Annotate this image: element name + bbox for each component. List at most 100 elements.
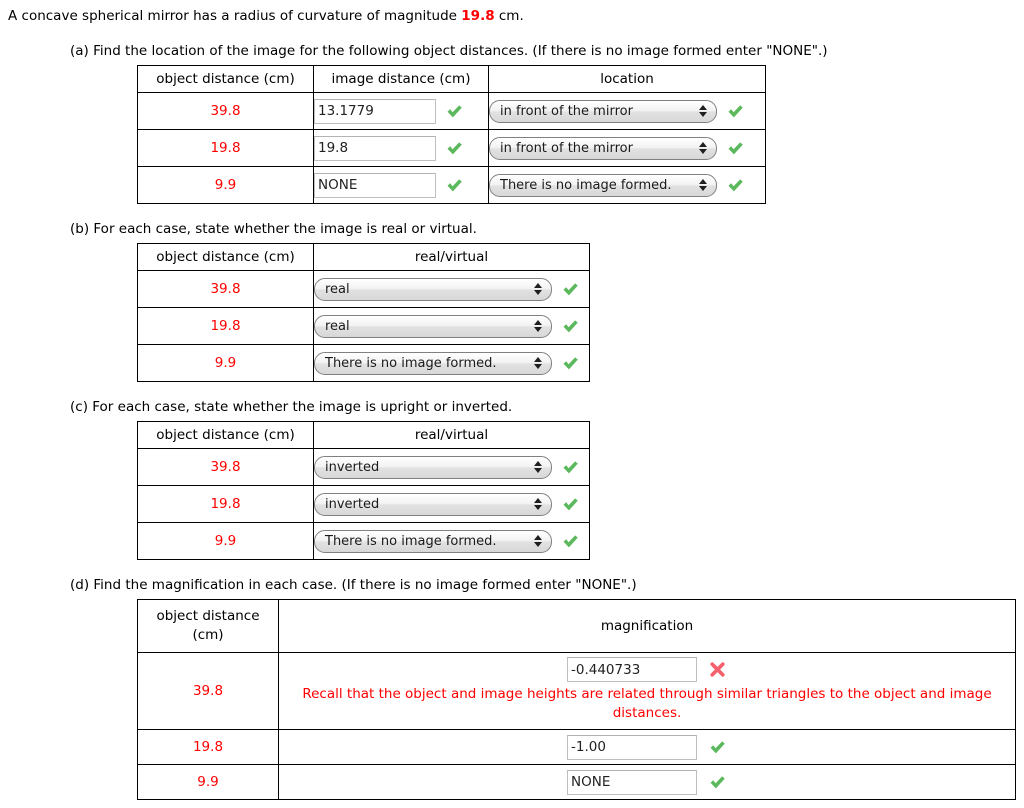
upright-inverted-select-value: inverted (325, 496, 380, 512)
real-virtual-cell: real (313, 307, 590, 345)
column-header-magnification: magnification (278, 599, 1016, 653)
chevron-updown-icon (534, 283, 542, 295)
correct-check-icon (561, 495, 580, 514)
table-row: 39.8 -0.440733 Recall that the object an… (137, 652, 1016, 730)
magnification-input[interactable] (567, 734, 697, 760)
table-row: 39.8 inverted (137, 448, 590, 486)
image-distance-input[interactable] (314, 98, 436, 124)
table-header-row: object distance (cm) real/virtual (137, 421, 590, 449)
chevron-updown-icon (534, 498, 542, 510)
part-b-table: object distance (cm) real/virtual 39.8 r… (137, 243, 590, 382)
chevron-updown-icon (534, 320, 542, 332)
part-b: (b) For each case, state whether the ima… (0, 220, 1024, 382)
problem-page: A concave spherical mirror has a radius … (0, 0, 1024, 800)
correct-check-icon (561, 317, 580, 336)
image-distance-cell (313, 166, 489, 204)
magnification-cell: Recall that the object and image heights… (278, 652, 1016, 730)
upright-inverted-select-value: There is no image formed. (325, 533, 497, 549)
correct-check-icon (726, 139, 745, 158)
upright-inverted-select[interactable]: There is no image formed. (314, 529, 552, 553)
object-distance-value: 9.9 (137, 166, 314, 204)
real-virtual-select-value: real (325, 318, 350, 334)
object-distance-value: 9.9 (137, 764, 279, 800)
magnification-input[interactable] (567, 657, 697, 682)
location-select-value: in front of the mirror (500, 103, 633, 119)
column-header-location: location (488, 65, 766, 93)
chevron-updown-icon (699, 105, 707, 117)
column-header-object-distance: object distance (cm) (137, 65, 314, 93)
table-row: 39.8 real (137, 270, 590, 308)
upright-inverted-cell: inverted (313, 485, 590, 523)
image-distance-input[interactable] (314, 172, 436, 198)
correct-check-icon (445, 139, 464, 158)
image-distance-cell (313, 129, 489, 167)
real-virtual-select[interactable]: There is no image formed. (314, 351, 552, 375)
part-a-label: (a) Find the location of the image for t… (70, 43, 828, 59)
table-row: 9.9 There is no image formed. (137, 166, 766, 204)
column-header-object-distance-line1: object distance (156, 608, 260, 624)
part-d-table: object distance (cm) magnification 39.8 (137, 599, 1016, 800)
magnification-cell (278, 729, 1016, 765)
table-row: 9.9 There is no image formed. (137, 522, 590, 560)
correct-check-icon (561, 458, 580, 477)
location-cell: in front of the mirror (488, 92, 766, 130)
correct-check-icon (445, 102, 464, 121)
chevron-updown-icon (534, 461, 542, 473)
table-row: 9.9 (137, 764, 1016, 800)
part-a: (a) Find the location of the image for t… (0, 42, 1024, 204)
part-d-label: (d) Find the magnification in each case.… (70, 577, 637, 593)
magnification-input-row (279, 734, 1015, 760)
table-header-row: object distance (cm) real/virtual (137, 243, 590, 271)
column-header-real-virtual: real/virtual (313, 243, 590, 271)
real-virtual-cell: real (313, 270, 590, 308)
correct-check-icon (561, 280, 580, 299)
object-distance-value: 39.8 (137, 92, 314, 130)
correct-check-icon (561, 354, 580, 373)
table-header-row: object distance (cm) magnification (137, 599, 1016, 653)
magnification-feedback-message: Recall that the object and image heights… (302, 686, 992, 721)
location-select[interactable]: in front of the mirror (489, 136, 717, 160)
real-virtual-select[interactable]: real (314, 277, 552, 301)
upright-inverted-select[interactable]: inverted (314, 492, 552, 516)
real-virtual-cell: There is no image formed. (313, 344, 590, 382)
location-select[interactable]: There is no image formed. (489, 173, 717, 197)
table-row: 19.8 inverted (137, 485, 590, 523)
object-distance-value: 19.8 (137, 129, 314, 167)
correct-check-icon (445, 176, 464, 195)
chevron-updown-icon (699, 179, 707, 191)
correct-check-icon (726, 102, 745, 121)
real-virtual-select[interactable]: real (314, 314, 552, 338)
correct-check-icon (561, 532, 580, 551)
column-header-object-distance: object distance (cm) (137, 599, 279, 653)
image-distance-input[interactable] (314, 135, 436, 161)
radius-of-curvature-value: 19.8 (461, 8, 495, 24)
part-c-label: (c) For each case, state whether the ima… (70, 399, 513, 415)
table-row: 39.8 in front of the mirror (137, 92, 766, 130)
magnification-input-row (279, 769, 1015, 795)
object-distance-value: 9.9 (137, 344, 314, 382)
magnification-input[interactable] (567, 769, 697, 795)
object-distance-value: 19.8 (137, 307, 314, 345)
correct-check-icon (708, 738, 727, 757)
magnification-cell (278, 764, 1016, 800)
location-select-value: There is no image formed. (500, 177, 672, 193)
object-distance-value: 9.9 (137, 522, 314, 560)
stem-text-before: A concave spherical mirror has a radius … (8, 8, 462, 24)
upright-inverted-cell: There is no image formed. (313, 522, 590, 560)
object-distance-value: 39.8 (137, 448, 314, 486)
real-virtual-select-value: There is no image formed. (325, 355, 497, 371)
problem-stem: A concave spherical mirror has a radius … (8, 6, 1024, 26)
upright-inverted-cell: inverted (313, 448, 590, 486)
chevron-updown-icon (534, 357, 542, 369)
correct-check-icon (726, 176, 745, 195)
location-select[interactable]: in front of the mirror (489, 99, 717, 123)
column-header-object-distance-line2: (cm) (192, 627, 224, 643)
part-d: (d) Find the magnification in each case.… (0, 576, 1024, 800)
location-cell: There is no image formed. (488, 166, 766, 204)
chevron-updown-icon (699, 142, 707, 154)
upright-inverted-select[interactable]: inverted (314, 455, 552, 479)
table-row: 19.8 (137, 729, 1016, 765)
part-b-label: (b) For each case, state whether the ima… (70, 221, 477, 237)
column-header-object-distance: object distance (cm) (137, 421, 314, 449)
object-distance-value: 19.8 (137, 485, 314, 523)
